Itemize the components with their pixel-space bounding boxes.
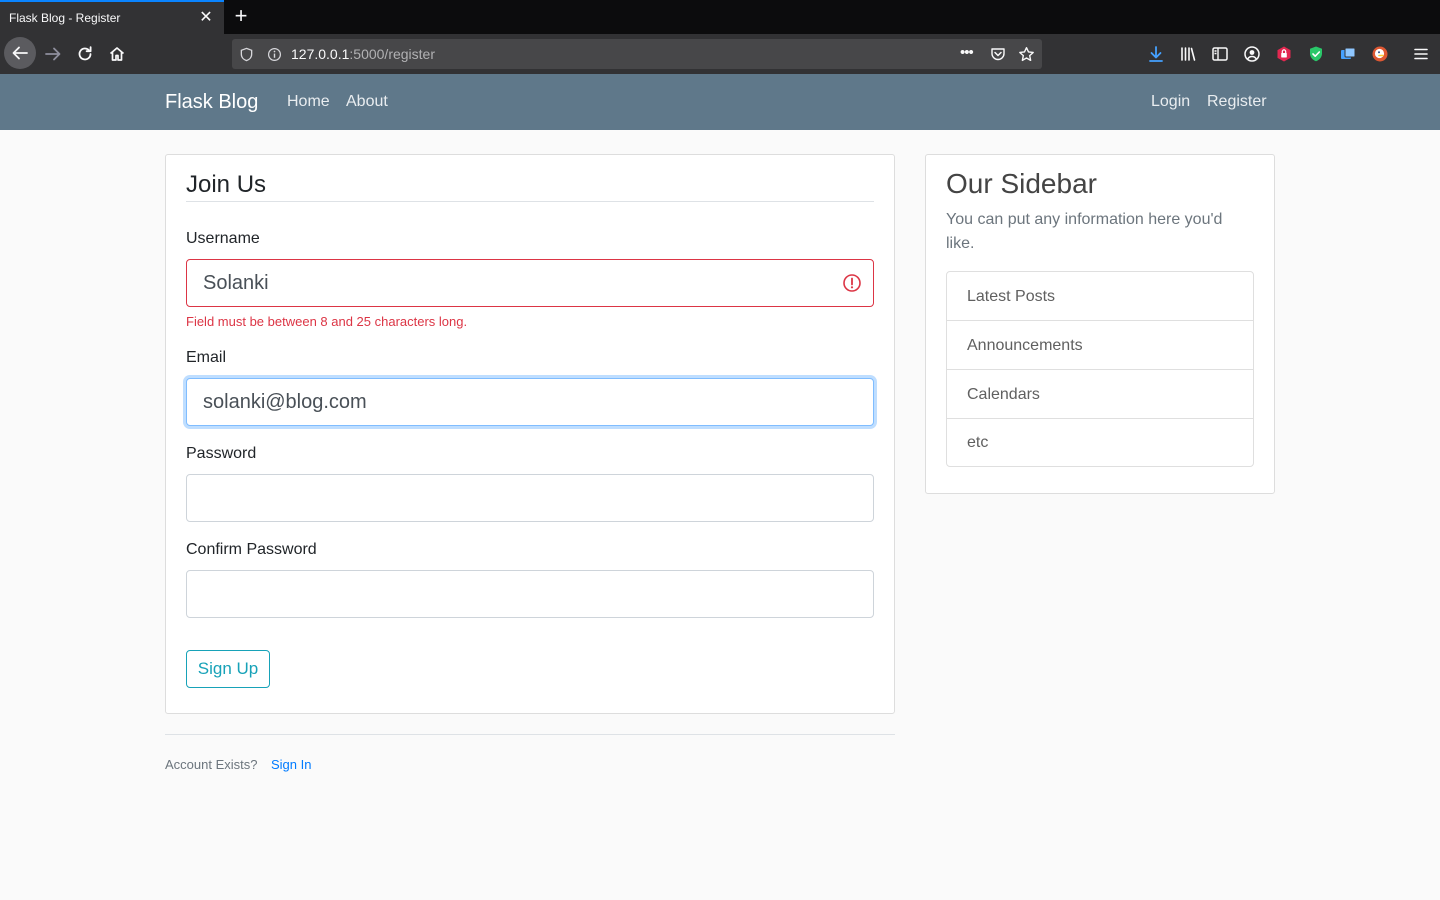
browser-toolbar: 127.0.0.1:5000/register ••• (0, 34, 1440, 74)
arrow-right-icon (45, 47, 61, 61)
sidebar-item-latest-posts[interactable]: Latest Posts (947, 272, 1253, 321)
nav-link-register[interactable]: Register (1207, 93, 1267, 111)
extension-lock-icon[interactable] (1273, 43, 1295, 65)
home-icon (109, 47, 125, 61)
form-legend: Join Us (186, 171, 267, 198)
browser-tab-bar: Flask Blog - Register ✕ + (0, 0, 1440, 34)
page-actions-icon[interactable]: ••• (960, 44, 974, 61)
sidebar-item-announcements[interactable]: Announcements (947, 321, 1253, 370)
reload-icon (78, 46, 92, 61)
password-label: Password (186, 445, 257, 462)
nav-link-home[interactable]: Home (287, 93, 330, 111)
confirm-password-label: Confirm Password (186, 541, 317, 558)
register-form-card: Join Us Username Solanki Field must be b… (165, 154, 895, 714)
site-info-icon[interactable] (266, 46, 282, 62)
tab-title: Flask Blog - Register (9, 11, 121, 25)
url-host: 127.0.0.1 (291, 46, 350, 62)
confirm-password-input[interactable] (186, 570, 874, 618)
back-button[interactable] (4, 37, 36, 69)
tracking-shield-icon[interactable] (238, 46, 254, 62)
library-icon[interactable] (1177, 43, 1199, 65)
close-tab-icon[interactable]: ✕ (196, 8, 216, 28)
reload-button[interactable] (74, 43, 96, 65)
error-icon (843, 274, 861, 292)
email-label: Email (186, 349, 227, 366)
navbar-brand[interactable]: Flask Blog (165, 91, 258, 114)
sign-up-button[interactable]: Sign Up (186, 650, 270, 688)
account-icon[interactable] (1241, 43, 1263, 65)
password-input[interactable] (186, 474, 874, 522)
extension-shield-icon[interactable] (1305, 43, 1327, 65)
username-input[interactable]: Solanki (186, 259, 874, 307)
username-error-message: Field must be between 8 and 25 character… (186, 314, 468, 329)
arrow-left-icon (12, 46, 28, 60)
nav-link-login[interactable]: Login (1151, 93, 1190, 111)
sidebar-list: Latest Posts Announcements Calendars etc (946, 271, 1254, 467)
email-input[interactable]: solanki@blog.com (186, 378, 874, 426)
sidebar-item-calendars[interactable]: Calendars (947, 370, 1253, 419)
bookmark-star-icon[interactable] (1017, 45, 1035, 63)
browser-tab-active[interactable]: Flask Blog - Register ✕ (0, 0, 224, 34)
sidebar-title: Our Sidebar (946, 168, 1097, 199)
pocket-icon[interactable] (989, 45, 1007, 63)
sidebar-toggle-icon[interactable] (1209, 43, 1231, 65)
downloads-icon[interactable] (1145, 43, 1167, 65)
username-label: Username (186, 230, 260, 247)
site-navbar: Flask Blog Home About Login Register (0, 74, 1440, 130)
sign-in-link[interactable]: Sign In (271, 757, 311, 772)
url-text[interactable]: 127.0.0.1:5000/register (291, 46, 435, 62)
duckduckgo-icon[interactable] (1369, 43, 1391, 65)
nav-link-about[interactable]: About (346, 93, 388, 111)
footer-divider (165, 734, 895, 735)
hamburger-menu-icon[interactable] (1410, 43, 1432, 65)
url-bar[interactable]: 127.0.0.1:5000/register ••• (232, 39, 1042, 69)
forward-button[interactable] (42, 43, 64, 65)
url-path: :5000/register (349, 46, 435, 62)
sidebar-card: Our Sidebar You can put any information … (925, 154, 1275, 494)
home-button[interactable] (106, 43, 128, 65)
new-tab-icon[interactable]: + (229, 4, 253, 28)
legend-divider (186, 201, 874, 202)
email-value: solanki@blog.com (203, 391, 367, 413)
extension-windows-icon[interactable] (1337, 43, 1359, 65)
sidebar-description: You can put any information here you'd l… (946, 211, 1223, 252)
sidebar-item-etc[interactable]: etc (947, 419, 1253, 466)
username-value: Solanki (203, 272, 269, 294)
account-exists-text: Account Exists? (165, 757, 258, 772)
